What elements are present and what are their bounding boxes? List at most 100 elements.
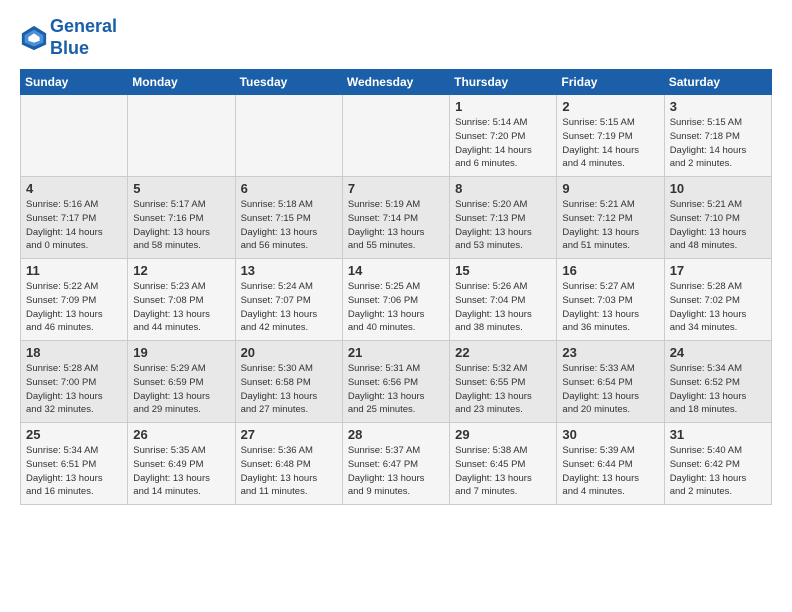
week-row: 25 Sunrise: 5:34 AM Sunset: 6:51 PM Dayli…	[21, 423, 772, 505]
day-info: Sunrise: 5:37 AM Sunset: 6:47 PM Dayligh…	[348, 444, 444, 499]
calendar-header: SundayMondayTuesdayWednesdayThursdayFrid…	[21, 70, 772, 95]
day-info: Sunrise: 5:40 AM Sunset: 6:42 PM Dayligh…	[670, 444, 766, 499]
day-info: Sunrise: 5:34 AM Sunset: 6:52 PM Dayligh…	[670, 362, 766, 417]
day-number: 7	[348, 181, 444, 196]
header-cell-friday: Friday	[557, 70, 664, 95]
day-info: Sunrise: 5:34 AM Sunset: 6:51 PM Dayligh…	[26, 444, 122, 499]
day-number: 27	[241, 427, 337, 442]
day-cell	[128, 95, 235, 177]
day-info: Sunrise: 5:35 AM Sunset: 6:49 PM Dayligh…	[133, 444, 229, 499]
header-row: SundayMondayTuesdayWednesdayThursdayFrid…	[21, 70, 772, 95]
day-cell: 6 Sunrise: 5:18 AM Sunset: 7:15 PM Daylig…	[235, 177, 342, 259]
day-number: 25	[26, 427, 122, 442]
header: General Blue	[20, 16, 772, 59]
day-number: 11	[26, 263, 122, 278]
day-cell: 4 Sunrise: 5:16 AM Sunset: 7:17 PM Daylig…	[21, 177, 128, 259]
day-cell: 13Sunrise: 5:24 AM Sunset: 7:07 PM Dayli…	[235, 259, 342, 341]
day-number: 12	[133, 263, 229, 278]
day-number: 6	[241, 181, 337, 196]
day-number: 24	[670, 345, 766, 360]
day-info: Sunrise: 5:29 AM Sunset: 6:59 PM Dayligh…	[133, 362, 229, 417]
day-number: 19	[133, 345, 229, 360]
day-info: Sunrise: 5:15 AM Sunset: 7:19 PM Dayligh…	[562, 116, 658, 171]
day-number: 9	[562, 181, 658, 196]
day-cell: 3 Sunrise: 5:15 AM Sunset: 7:18 PM Daylig…	[664, 95, 771, 177]
day-info: Sunrise: 5:16 AM Sunset: 7:17 PM Dayligh…	[26, 198, 122, 253]
day-info: Sunrise: 5:23 AM Sunset: 7:08 PM Dayligh…	[133, 280, 229, 335]
day-cell: 26 Sunrise: 5:35 AM Sunset: 6:49 PM Dayli…	[128, 423, 235, 505]
day-cell: 12 Sunrise: 5:23 AM Sunset: 7:08 PM Dayli…	[128, 259, 235, 341]
day-info: Sunrise: 5:19 AM Sunset: 7:14 PM Dayligh…	[348, 198, 444, 253]
day-cell: 2Sunrise: 5:15 AM Sunset: 7:19 PM Daylig…	[557, 95, 664, 177]
day-info: Sunrise: 5:24 AM Sunset: 7:07 PM Dayligh…	[241, 280, 337, 335]
day-info: Sunrise: 5:21 AM Sunset: 7:12 PM Dayligh…	[562, 198, 658, 253]
day-cell	[21, 95, 128, 177]
day-number: 30	[562, 427, 658, 442]
day-number: 22	[455, 345, 551, 360]
day-number: 21	[348, 345, 444, 360]
header-cell-thursday: Thursday	[450, 70, 557, 95]
day-cell: 29 Sunrise: 5:38 AM Sunset: 6:45 PM Dayli…	[450, 423, 557, 505]
day-cell: 27 Sunrise: 5:36 AM Sunset: 6:48 PM Dayli…	[235, 423, 342, 505]
day-number: 17	[670, 263, 766, 278]
day-number: 15	[455, 263, 551, 278]
day-number: 3	[670, 99, 766, 114]
day-info: Sunrise: 5:30 AM Sunset: 6:58 PM Dayligh…	[241, 362, 337, 417]
day-info: Sunrise: 5:38 AM Sunset: 6:45 PM Dayligh…	[455, 444, 551, 499]
page: General Blue SundayMondayTuesdayWednesda…	[0, 0, 792, 515]
day-number: 29	[455, 427, 551, 442]
day-number: 4	[26, 181, 122, 196]
day-cell: 28Sunrise: 5:37 AM Sunset: 6:47 PM Dayli…	[342, 423, 449, 505]
day-info: Sunrise: 5:22 AM Sunset: 7:09 PM Dayligh…	[26, 280, 122, 335]
day-info: Sunrise: 5:15 AM Sunset: 7:18 PM Dayligh…	[670, 116, 766, 171]
day-cell: 30 Sunrise: 5:39 AM Sunset: 6:44 PM Dayli…	[557, 423, 664, 505]
day-cell: 16Sunrise: 5:27 AM Sunset: 7:03 PM Dayli…	[557, 259, 664, 341]
day-number: 26	[133, 427, 229, 442]
day-cell: 14Sunrise: 5:25 AM Sunset: 7:06 PM Dayli…	[342, 259, 449, 341]
day-cell: 1 Sunrise: 5:14 AM Sunset: 7:20 PM Daylig…	[450, 95, 557, 177]
day-cell: 17 Sunrise: 5:28 AM Sunset: 7:02 PM Dayli…	[664, 259, 771, 341]
day-cell: 24 Sunrise: 5:34 AM Sunset: 6:52 PM Dayli…	[664, 341, 771, 423]
day-info: Sunrise: 5:18 AM Sunset: 7:15 PM Dayligh…	[241, 198, 337, 253]
day-cell	[342, 95, 449, 177]
header-cell-monday: Monday	[128, 70, 235, 95]
week-row: 1 Sunrise: 5:14 AM Sunset: 7:20 PM Daylig…	[21, 95, 772, 177]
day-number: 10	[670, 181, 766, 196]
calendar-table: SundayMondayTuesdayWednesdayThursdayFrid…	[20, 69, 772, 505]
day-cell: 10 Sunrise: 5:21 AM Sunset: 7:10 PM Dayli…	[664, 177, 771, 259]
week-row: 11 Sunrise: 5:22 AM Sunset: 7:09 PM Dayli…	[21, 259, 772, 341]
day-cell: 20Sunrise: 5:30 AM Sunset: 6:58 PM Dayli…	[235, 341, 342, 423]
day-info: Sunrise: 5:39 AM Sunset: 6:44 PM Dayligh…	[562, 444, 658, 499]
day-number: 31	[670, 427, 766, 442]
logo-icon	[20, 24, 48, 52]
day-info: Sunrise: 5:21 AM Sunset: 7:10 PM Dayligh…	[670, 198, 766, 253]
day-cell: 8Sunrise: 5:20 AM Sunset: 7:13 PM Daylig…	[450, 177, 557, 259]
day-cell: 18 Sunrise: 5:28 AM Sunset: 7:00 PM Dayli…	[21, 341, 128, 423]
header-cell-saturday: Saturday	[664, 70, 771, 95]
day-info: Sunrise: 5:25 AM Sunset: 7:06 PM Dayligh…	[348, 280, 444, 335]
day-info: Sunrise: 5:20 AM Sunset: 7:13 PM Dayligh…	[455, 198, 551, 253]
day-number: 23	[562, 345, 658, 360]
day-cell: 15Sunrise: 5:26 AM Sunset: 7:04 PM Dayli…	[450, 259, 557, 341]
week-row: 18 Sunrise: 5:28 AM Sunset: 7:00 PM Dayli…	[21, 341, 772, 423]
day-cell: 5Sunrise: 5:17 AM Sunset: 7:16 PM Daylig…	[128, 177, 235, 259]
day-cell: 19 Sunrise: 5:29 AM Sunset: 6:59 PM Dayli…	[128, 341, 235, 423]
day-info: Sunrise: 5:33 AM Sunset: 6:54 PM Dayligh…	[562, 362, 658, 417]
day-info: Sunrise: 5:28 AM Sunset: 7:00 PM Dayligh…	[26, 362, 122, 417]
week-row: 4 Sunrise: 5:16 AM Sunset: 7:17 PM Daylig…	[21, 177, 772, 259]
calendar-body: 1 Sunrise: 5:14 AM Sunset: 7:20 PM Daylig…	[21, 95, 772, 505]
day-info: Sunrise: 5:28 AM Sunset: 7:02 PM Dayligh…	[670, 280, 766, 335]
header-cell-wednesday: Wednesday	[342, 70, 449, 95]
day-info: Sunrise: 5:36 AM Sunset: 6:48 PM Dayligh…	[241, 444, 337, 499]
header-cell-tuesday: Tuesday	[235, 70, 342, 95]
day-number: 1	[455, 99, 551, 114]
day-info: Sunrise: 5:17 AM Sunset: 7:16 PM Dayligh…	[133, 198, 229, 253]
day-cell: 31 Sunrise: 5:40 AM Sunset: 6:42 PM Dayli…	[664, 423, 771, 505]
day-cell: 23 Sunrise: 5:33 AM Sunset: 6:54 PM Dayli…	[557, 341, 664, 423]
day-number: 18	[26, 345, 122, 360]
day-info: Sunrise: 5:14 AM Sunset: 7:20 PM Dayligh…	[455, 116, 551, 171]
day-info: Sunrise: 5:31 AM Sunset: 6:56 PM Dayligh…	[348, 362, 444, 417]
logo-text: General Blue	[50, 16, 117, 59]
day-cell: 11 Sunrise: 5:22 AM Sunset: 7:09 PM Dayli…	[21, 259, 128, 341]
day-cell	[235, 95, 342, 177]
